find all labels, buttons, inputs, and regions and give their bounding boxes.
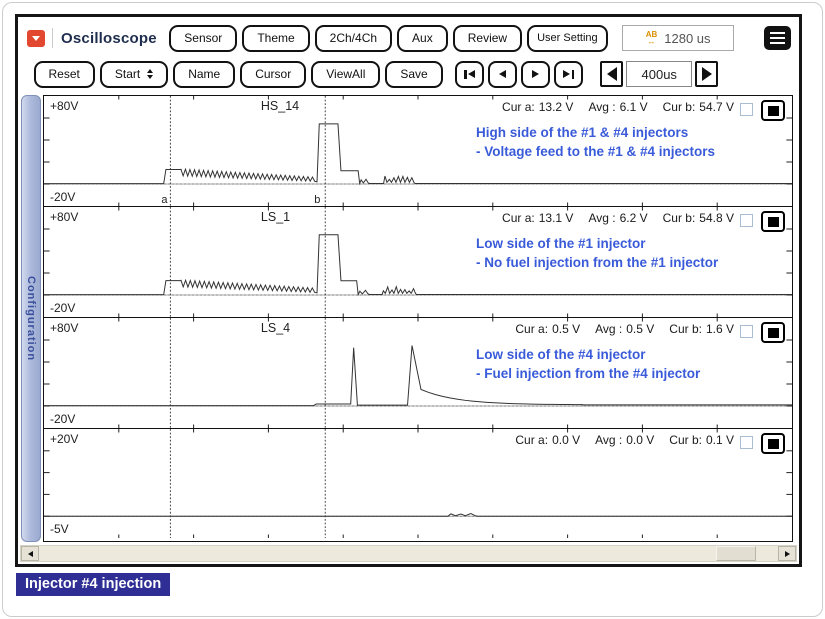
channel-panel-3: +80V -20V LS_4 Cur a:0.5 V Avg :0.5 V Cu… (44, 318, 792, 429)
scale-min-label: -5V (50, 522, 69, 536)
scrollbar-thumb[interactable] (716, 546, 756, 561)
cursor-b-label: b (314, 194, 320, 206)
left-arrow-icon (28, 551, 33, 557)
dropdown-arrow-icon (32, 36, 40, 41)
scale-min-label: -20V (50, 301, 75, 315)
review-button[interactable]: Review (453, 25, 522, 52)
divider (52, 28, 53, 48)
playback-controls (455, 61, 583, 88)
scale-max-label: +80V (50, 99, 78, 113)
channel-name: LS_4 (261, 321, 290, 335)
skip-start-icon (464, 70, 467, 79)
channel-checkbox[interactable] (740, 214, 753, 227)
list-menu-button[interactable] (764, 26, 791, 50)
ab-time-display: AB ↔ 1280 us (622, 25, 734, 51)
channel-mode-button[interactable]: 2Ch/4Ch (315, 25, 392, 52)
scale-max-label: +80V (50, 210, 78, 224)
scope-plot-area: +80V -20V HS_14 Cur a:13.2 V Avg :6.1 V … (43, 95, 793, 542)
filled-square-icon (768, 106, 779, 116)
channel-checkbox[interactable] (740, 103, 753, 116)
channel-panel-4: +20V -5V Cur a:0.0 V Avg :0.0 V Cur b:0.… (44, 429, 792, 538)
annotation: High side of the #1 & #4 injectors - Vol… (476, 123, 715, 161)
save-button[interactable]: Save (385, 61, 442, 88)
app-menu-icon[interactable] (27, 30, 45, 47)
channel-name: HS_14 (261, 99, 299, 113)
channel-toggle-button[interactable] (761, 211, 785, 232)
cursor-a-label: a (161, 194, 167, 206)
sensor-button[interactable]: Sensor (169, 25, 237, 52)
timebase-value: 400us (626, 61, 692, 87)
skip-to-start-button[interactable] (455, 61, 484, 88)
skip-to-end-button[interactable] (554, 61, 583, 88)
scroll-left-button[interactable] (21, 546, 39, 561)
theme-button[interactable]: Theme (242, 25, 309, 52)
top-toolbar: Oscilloscope Sensor Theme 2Ch/4Ch Aux Re… (27, 23, 791, 53)
channel-panel-2: +80V -20V LS_1 Cur a:13.1 V Avg :6.2 V C… (44, 207, 792, 318)
scroll-right-button[interactable] (778, 546, 796, 561)
timebase-increase-button[interactable] (695, 61, 718, 87)
step-back-button[interactable] (488, 61, 517, 88)
annotation: Low side of the #4 injector - Fuel injec… (476, 345, 700, 383)
ab-cursor-icon: AB ↔ (646, 31, 658, 46)
step-forward-icon (532, 70, 539, 78)
app-title: Oscilloscope (61, 30, 157, 47)
scale-min-label: -20V (50, 190, 75, 204)
channel-checkbox[interactable] (740, 436, 753, 449)
left-arrow-icon (607, 67, 617, 81)
caption-badge: Injector #4 injection (16, 573, 170, 596)
annotation: Low side of the #1 injector - No fuel in… (476, 234, 718, 272)
measurements: Cur a:13.1 V Avg :6.2 V Cur b:54.8 V (502, 211, 734, 225)
step-back-icon (499, 70, 506, 78)
channel-toggle-button[interactable] (761, 322, 785, 343)
aux-button[interactable]: Aux (397, 25, 448, 52)
channel-name: LS_1 (261, 210, 290, 224)
step-forward-button[interactable] (521, 61, 550, 88)
horizontal-scrollbar[interactable] (20, 545, 797, 562)
spinner-icon (147, 69, 153, 79)
channel-toggle-button[interactable] (761, 433, 785, 454)
measurements: Cur a:0.5 V Avg :0.5 V Cur b:1.6 V (515, 322, 734, 336)
cursor-button[interactable]: Cursor (240, 61, 306, 88)
start-label: Start (115, 67, 140, 81)
channel-toggle-button[interactable] (761, 100, 785, 121)
timebase-selector: 400us (600, 61, 718, 87)
viewall-button[interactable]: ViewAll (311, 61, 380, 88)
oscilloscope-window: Oscilloscope Sensor Theme 2Ch/4Ch Aux Re… (15, 14, 802, 567)
name-button[interactable]: Name (173, 61, 235, 88)
reset-button[interactable]: Reset (34, 61, 95, 88)
filled-square-icon (768, 217, 779, 227)
skip-end-icon (563, 70, 570, 78)
filled-square-icon (768, 439, 779, 449)
channel-panel-1: +80V -20V HS_14 Cur a:13.2 V Avg :6.1 V … (44, 96, 792, 207)
channel-checkbox[interactable] (740, 325, 753, 338)
filled-square-icon (768, 328, 779, 338)
scale-max-label: +20V (50, 432, 78, 446)
right-arrow-icon (702, 67, 712, 81)
user-setting-button[interactable]: User Setting (527, 25, 608, 52)
scale-max-label: +80V (50, 321, 78, 335)
screen: Oscilloscope Sensor Theme 2Ch/4Ch Aux Re… (0, 0, 825, 619)
right-arrow-icon (785, 551, 790, 557)
ab-time-value: 1280 us (664, 31, 710, 46)
measurements: Cur a:13.2 V Avg :6.1 V Cur b:54.7 V (502, 100, 734, 114)
timebase-decrease-button[interactable] (600, 61, 623, 87)
control-toolbar: Reset Start Name Cursor ViewAll Save 400… (31, 59, 791, 89)
scale-min-label: -20V (50, 412, 75, 426)
start-button[interactable]: Start (100, 61, 168, 88)
measurements: Cur a:0.0 V Avg :0.0 V Cur b:0.1 V (515, 433, 734, 447)
configuration-tab[interactable]: Configuration (21, 95, 41, 542)
